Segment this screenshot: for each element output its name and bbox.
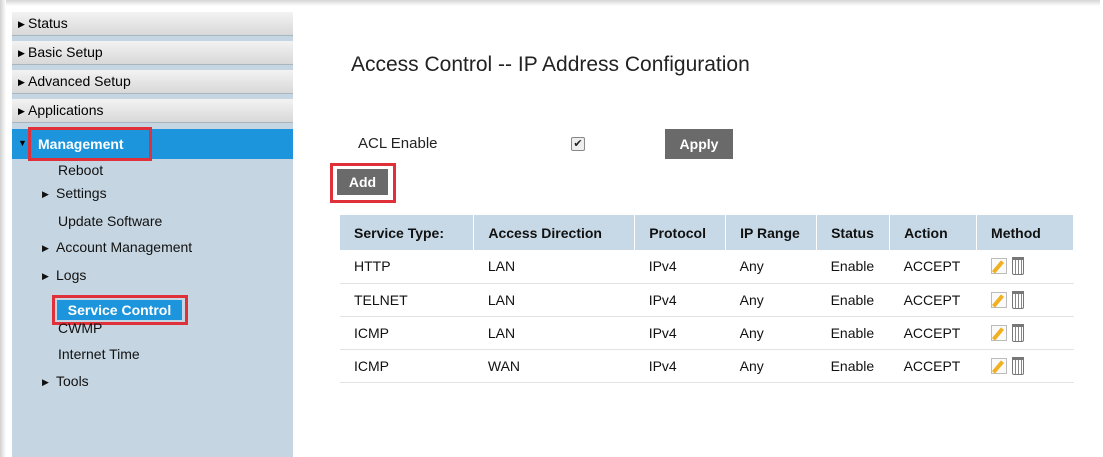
cell-method (976, 349, 1074, 383)
col-protocol: Protocol (634, 215, 727, 250)
nav-item-status[interactable]: ▶ Status (12, 12, 293, 36)
cell-status: Enable (816, 349, 890, 383)
col-ip-range: IP Range (725, 215, 818, 250)
cell-protocol: IPv4 (634, 250, 726, 284)
cell-direction: LAN (473, 250, 635, 284)
triangle-right-icon: ▶ (42, 189, 49, 199)
table-row: ICMP LAN IPv4 Any Enable ACCEPT (340, 316, 1074, 350)
apply-button[interactable]: Apply (665, 129, 733, 159)
nav-item-basic-setup[interactable]: ▶ Basic Setup (12, 41, 293, 65)
cell-method (976, 316, 1074, 350)
cell-service: ICMP (340, 349, 474, 383)
sub-item-internet-time[interactable]: Internet Time (58, 346, 140, 362)
triangle-right-icon: ▶ (42, 271, 49, 281)
triangle-right-icon: ▶ (18, 48, 25, 58)
cell-action: ACCEPT (889, 316, 977, 350)
sub-item-cwmp[interactable]: CWMP (58, 320, 102, 336)
cell-protocol: IPv4 (634, 316, 726, 350)
cell-method (976, 283, 1074, 317)
col-access-direction: Access Direction (473, 215, 636, 250)
cell-status: Enable (816, 250, 890, 284)
cell-ip-range: Any (725, 349, 817, 383)
sub-item-logs[interactable]: ▶ Logs (42, 267, 86, 283)
triangle-right-icon: ▶ (42, 377, 49, 387)
triangle-right-icon: ▶ (42, 243, 49, 253)
cell-service: TELNET (340, 283, 474, 317)
cell-protocol: IPv4 (634, 349, 726, 383)
col-method: Method (976, 215, 1074, 250)
trash-icon[interactable] (1011, 290, 1024, 309)
cell-ip-range: Any (725, 316, 817, 350)
table-row: HTTP LAN IPv4 Any Enable ACCEPT (340, 250, 1074, 284)
trash-icon[interactable] (1011, 356, 1024, 375)
trash-icon[interactable] (1011, 257, 1024, 276)
sub-item-update-software[interactable]: Update Software (58, 213, 162, 229)
cell-service: HTTP (340, 250, 474, 284)
triangle-right-icon: ▶ (18, 19, 25, 29)
cell-method (976, 250, 1074, 284)
acl-enable-checkbox[interactable]: ✔ (571, 137, 585, 151)
sub-item-reboot[interactable]: Reboot (58, 162, 103, 178)
highlight-box-add (330, 163, 396, 203)
cell-action: ACCEPT (889, 349, 977, 383)
sidebar-nav: ▶ Status ▶ Basic Setup ▶ Advanced Setup ▶ Ap… (12, 12, 293, 457)
cell-status: Enable (816, 316, 890, 350)
cell-ip-range: Any (725, 283, 817, 317)
triangle-right-icon: ▶ (18, 106, 25, 116)
edit-icon[interactable] (990, 258, 1007, 275)
col-service-type: Service Type: (340, 215, 475, 250)
col-action: Action (889, 215, 978, 250)
sub-item-tools[interactable]: ▶ Tools (42, 373, 89, 389)
nav-item-applications[interactable]: ▶ Applications (12, 99, 293, 123)
cell-action: ACCEPT (889, 250, 977, 284)
col-status: Status (816, 215, 891, 250)
table-row: TELNET LAN IPv4 Any Enable ACCEPT (340, 283, 1074, 317)
edit-icon[interactable] (990, 324, 1007, 341)
cell-status: Enable (816, 283, 890, 317)
cell-direction: LAN (473, 316, 635, 350)
sub-item-settings[interactable]: ▶ Settings (42, 185, 107, 201)
triangle-down-icon: ▼ (18, 138, 27, 148)
sub-item-account-management[interactable]: ▶ Account Management (42, 239, 192, 255)
trash-icon[interactable] (1011, 323, 1024, 342)
nav-item-advanced-setup[interactable]: ▶ Advanced Setup (12, 70, 293, 94)
cell-action: ACCEPT (889, 283, 977, 317)
highlight-box-management (28, 127, 152, 161)
acl-enable-label: ACL Enable (358, 135, 438, 152)
cell-protocol: IPv4 (634, 283, 726, 317)
edit-icon[interactable] (990, 291, 1007, 308)
table-header-row: Service Type: Access Direction Protocol … (340, 215, 1074, 250)
page-title: Access Control -- IP Address Configurati… (351, 53, 750, 76)
edit-icon[interactable] (990, 357, 1007, 374)
cell-direction: WAN (473, 349, 635, 383)
access-control-table: Service Type: Access Direction Protocol … (340, 215, 1074, 383)
cell-service: ICMP (340, 316, 474, 350)
triangle-right-icon: ▶ (18, 77, 25, 87)
cell-ip-range: Any (725, 250, 817, 284)
table-row: ICMP WAN IPv4 Any Enable ACCEPT (340, 349, 1074, 383)
cell-direction: LAN (473, 283, 635, 317)
